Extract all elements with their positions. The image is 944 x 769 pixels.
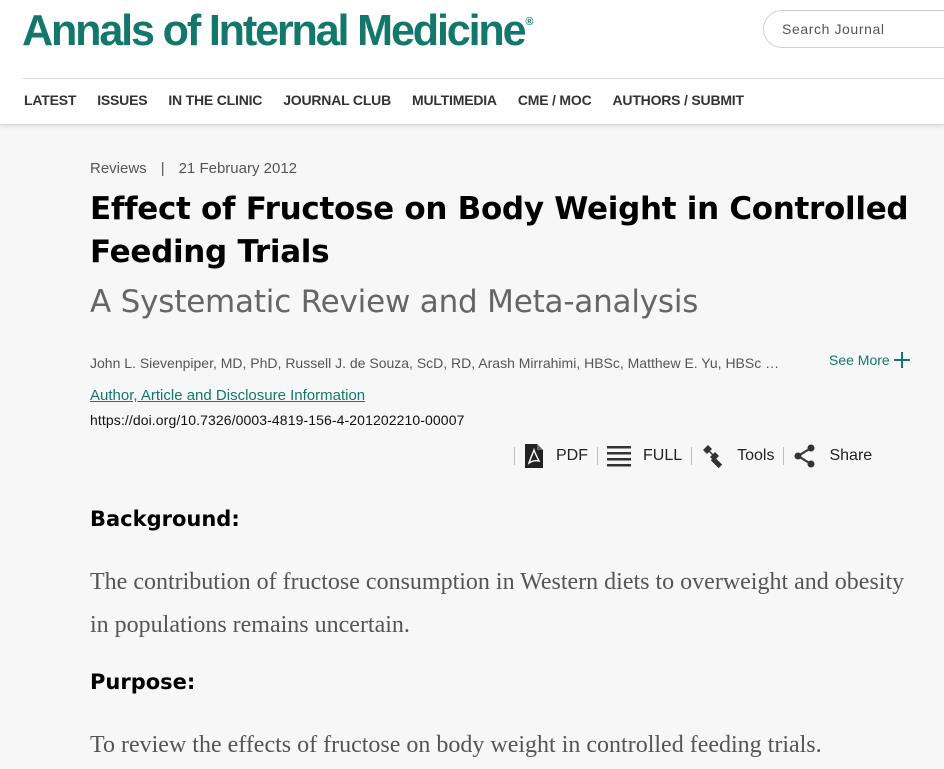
nav-authors-submit[interactable]: AUTHORS / SUBMIT: [613, 92, 745, 108]
article-type[interactable]: Reviews: [90, 160, 147, 177]
full-text-button[interactable]: FULL: [607, 445, 682, 467]
plus-icon: [893, 352, 910, 368]
nav-latest[interactable]: LATEST: [24, 92, 76, 108]
tools-label: Tools: [737, 447, 775, 464]
author-info-link[interactable]: Author, Article and Disclosure Informati…: [90, 387, 365, 404]
registered-mark: ®: [525, 16, 534, 28]
nav-issues[interactable]: ISSUES: [97, 92, 147, 108]
background-heading: Background:: [90, 507, 240, 531]
purpose-heading: Purpose:: [90, 670, 196, 694]
tools-button[interactable]: Tools: [701, 444, 774, 468]
nav-journal-club[interactable]: JOURNAL CLUB: [283, 92, 391, 108]
article-date: 21 February 2012: [178, 160, 298, 177]
share-icon: [794, 444, 815, 468]
see-more-button[interactable]: See More: [829, 352, 910, 368]
search-box[interactable]: [763, 10, 944, 48]
toolbar-divider: [691, 447, 693, 465]
article-title: Effect of Fructose on Body Weight in Con…: [90, 191, 909, 270]
see-more-label: See More: [829, 352, 890, 368]
purpose-text: To review the effects of fructose on bod…: [90, 732, 822, 758]
nav-cme-moc[interactable]: CME / MOC: [518, 92, 592, 108]
pdf-icon: [525, 444, 543, 468]
toolbar-divider: [597, 447, 598, 465]
pdf-label: PDF: [556, 447, 588, 464]
article-meta: Reviews | 21 February 2012: [90, 160, 297, 177]
share-label: Share: [829, 447, 873, 464]
article-toolbar: PDF FULL Tools Share: [505, 440, 872, 472]
pdf-button[interactable]: PDF: [524, 443, 588, 469]
search-input[interactable]: [782, 21, 942, 37]
logo-text: Annals of Internal Medicine: [22, 6, 527, 55]
header-divider: [23, 78, 944, 79]
meta-separator: |: [160, 160, 165, 177]
author-list: John L. Sievenpiper, MD, PhD, Russell J.…: [90, 355, 780, 371]
site-header: Annals of Internal Medicine® LATEST ISSU…: [0, 0, 944, 125]
share-button[interactable]: Share: [793, 444, 872, 468]
background-text: The contribution of fructose consumption…: [90, 569, 905, 638]
toolbar-divider: [514, 447, 515, 465]
full-label: FULL: [643, 447, 683, 464]
doi-link[interactable]: https://doi.org/10.7326/0003-4819-156-4-…: [90, 412, 464, 428]
toolbar-divider: [783, 447, 785, 465]
nav-multimedia[interactable]: MULTIMEDIA: [412, 92, 497, 108]
journal-logo[interactable]: Annals of Internal Medicine®: [22, 6, 533, 56]
nav-in-the-clinic[interactable]: IN THE CLINIC: [168, 92, 262, 108]
main-nav: LATEST ISSUES IN THE CLINIC JOURNAL CLUB…: [24, 92, 765, 108]
article-subtitle: A Systematic Review and Meta-analysis: [90, 284, 699, 320]
wrench-icon: [703, 445, 723, 468]
full-text-icon: [607, 446, 631, 467]
